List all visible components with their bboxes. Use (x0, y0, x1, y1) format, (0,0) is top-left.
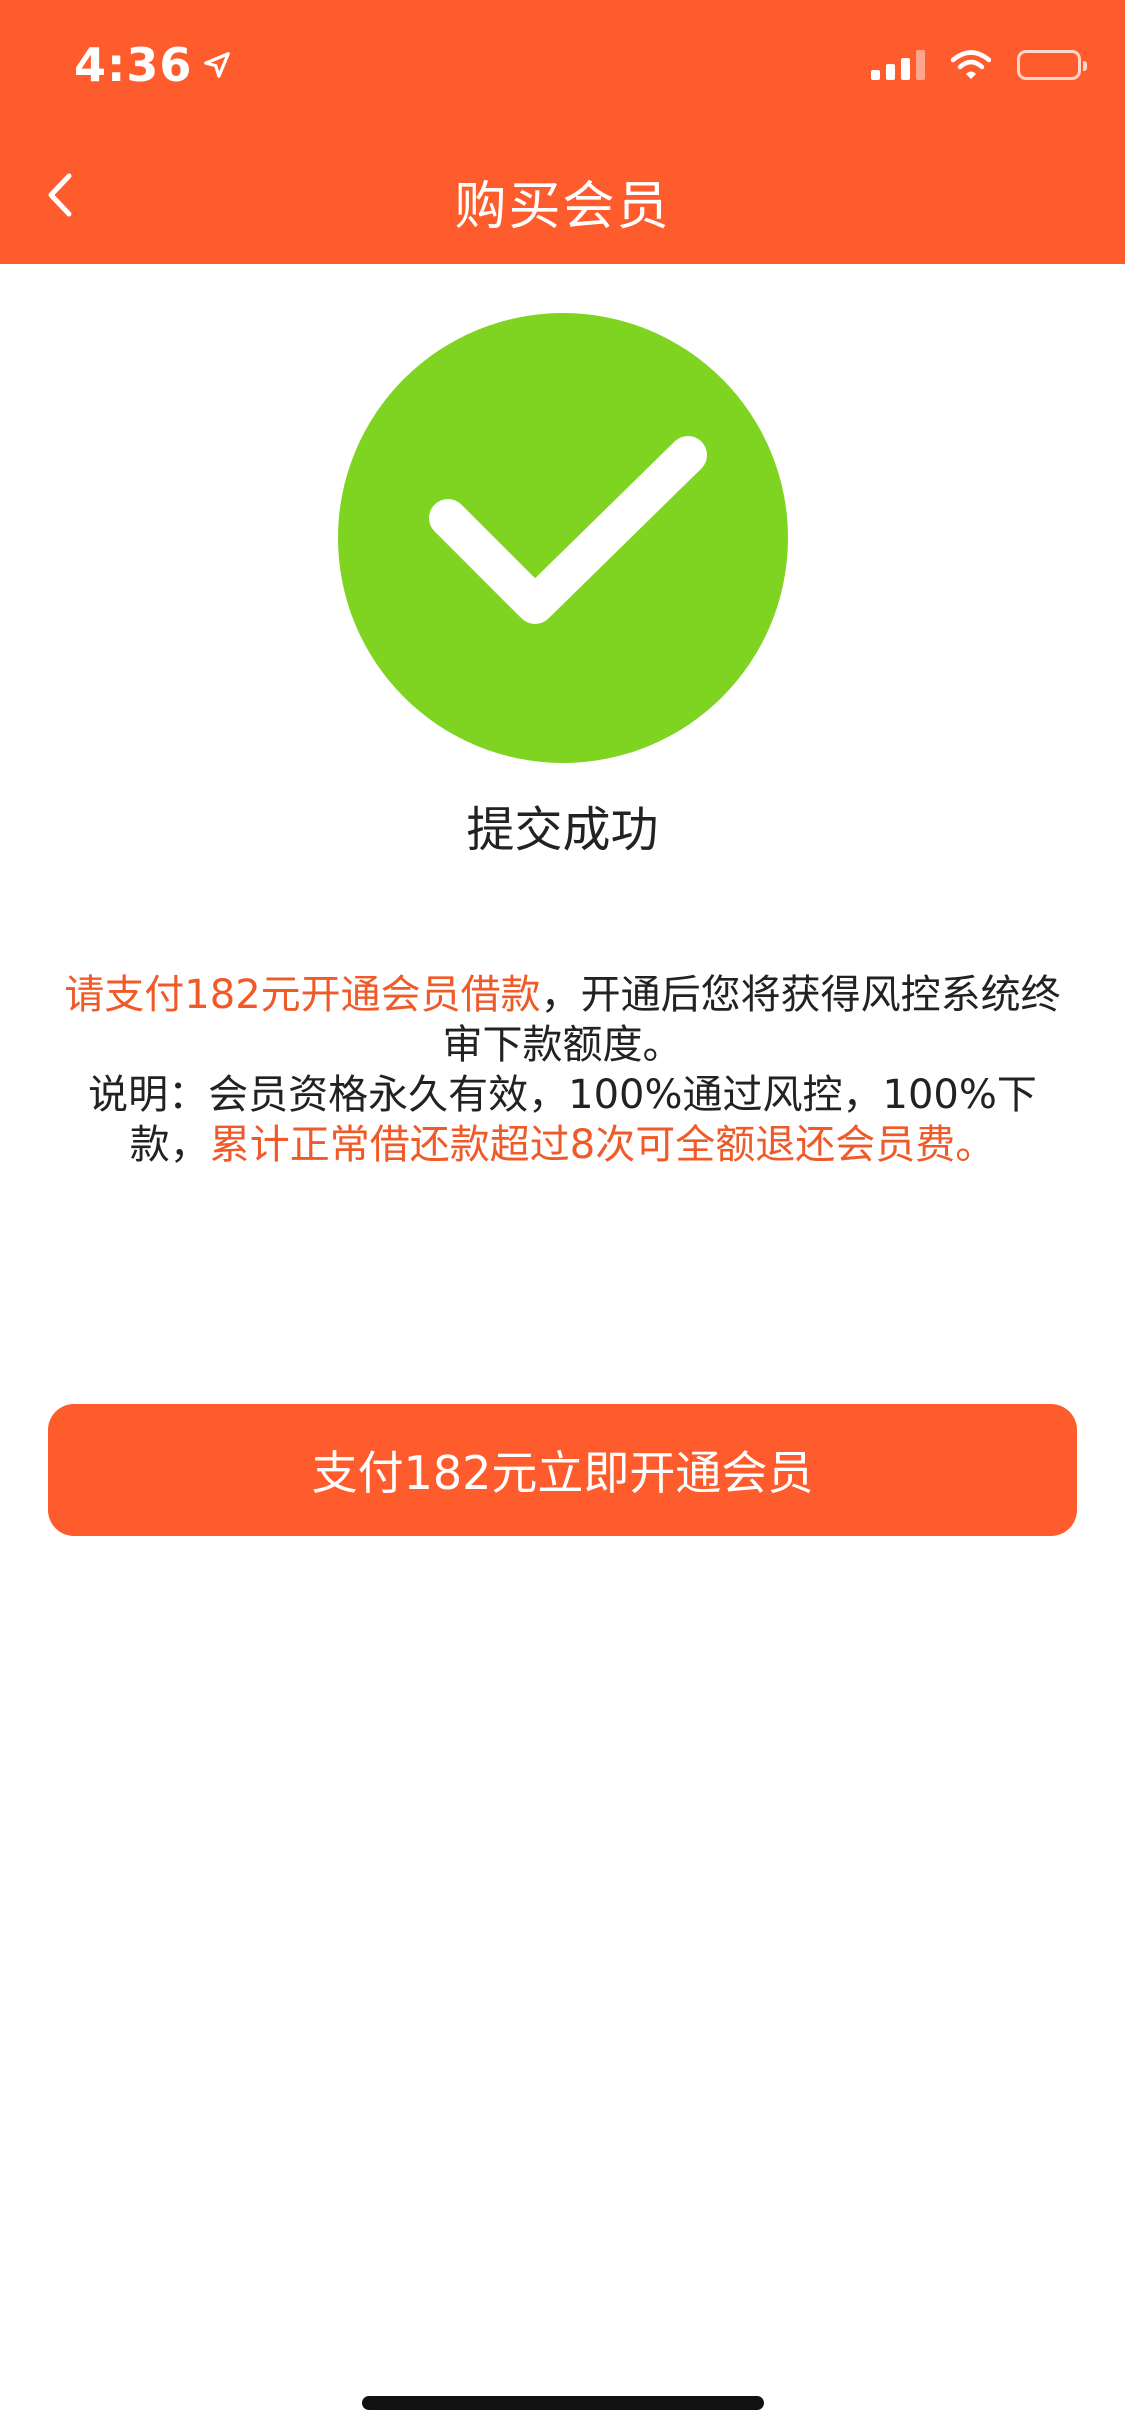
refund-note-highlight: 累计正常借还款超过8次可全额退还会员费。 (209, 1122, 996, 1168)
page-title: 购买会员 (454, 177, 671, 237)
pay-notice-highlight: 请支付182元开通会员借款 (64, 972, 541, 1018)
home-indicator[interactable] (362, 2396, 764, 2410)
status-indicators (871, 50, 1087, 80)
checkmark-circle-icon (338, 313, 788, 763)
wifi-icon (951, 50, 991, 79)
battery-icon (1017, 50, 1087, 80)
cellular-signal-icon (871, 50, 925, 80)
location-arrow-icon (204, 52, 231, 78)
status-time-text: 4:36 (74, 38, 193, 92)
checkmark-icon (429, 436, 707, 624)
pay-membership-button[interactable]: 支付182元立即开通会员 (48, 1404, 1077, 1536)
description-text: 请支付182元开通会员借款，开通后您将获得风控系统终审下款额度。 说明：会员资格… (60, 970, 1065, 1170)
header: 4:36 购买会员 (0, 0, 1125, 264)
status-time: 4:36 (74, 38, 232, 92)
purchase-membership-screen: 4:36 购买会员 提交成功 请支付182元开通会员借款，开通后您将获得风控系统… (0, 0, 1125, 2436)
success-label: 提交成功 (466, 802, 659, 858)
pay-button-label: 支付182元立即开通会员 (311, 1446, 814, 1500)
